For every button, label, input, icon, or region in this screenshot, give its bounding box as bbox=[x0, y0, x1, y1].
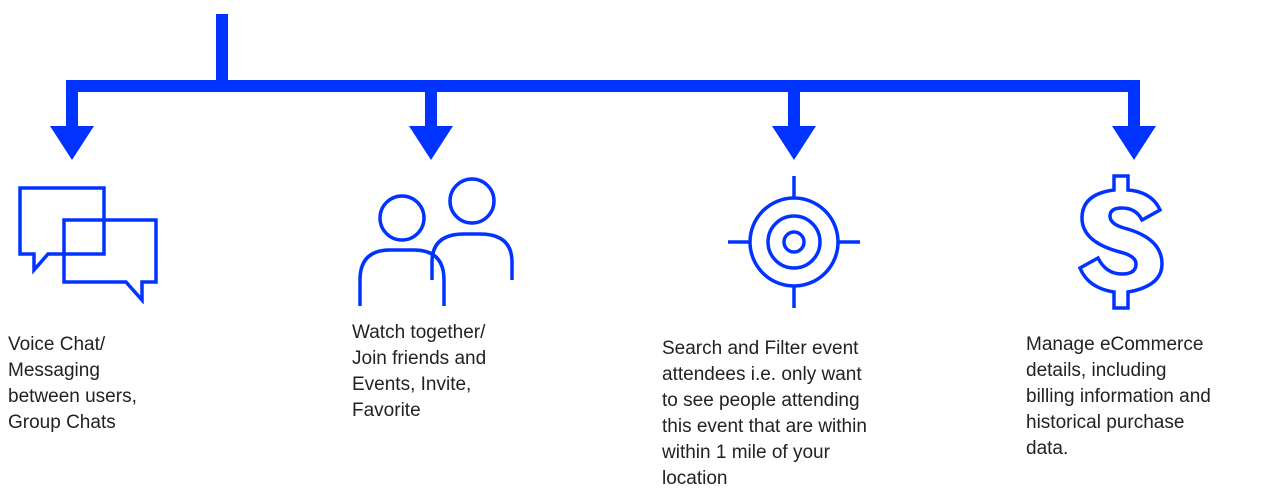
people-icon bbox=[356, 176, 516, 308]
connector-drop-4 bbox=[1128, 80, 1140, 130]
connector-bus bbox=[66, 80, 1140, 92]
dollar-sign-icon bbox=[1076, 174, 1166, 310]
arrowhead-3 bbox=[772, 126, 816, 160]
feature-label-search: Search and Filter event attendees i.e. o… bbox=[662, 338, 867, 489]
connector-drop-1 bbox=[66, 80, 78, 130]
connector-drop-2 bbox=[425, 80, 437, 130]
arrowhead-1 bbox=[50, 126, 94, 160]
target-icon bbox=[728, 176, 860, 308]
connector-drop-3 bbox=[788, 80, 800, 130]
feature-label-chat: Voice Chat/ Messaging between users, Gro… bbox=[8, 334, 137, 433]
arrowhead-2 bbox=[409, 126, 453, 160]
chat-bubbles-icon bbox=[18, 186, 160, 304]
feature-label-ecommerce: Manage eCommerce details, including bill… bbox=[1026, 334, 1211, 459]
arrowhead-4 bbox=[1112, 126, 1156, 160]
feature-label-people: Watch together/ Join friends and Events,… bbox=[352, 322, 487, 421]
